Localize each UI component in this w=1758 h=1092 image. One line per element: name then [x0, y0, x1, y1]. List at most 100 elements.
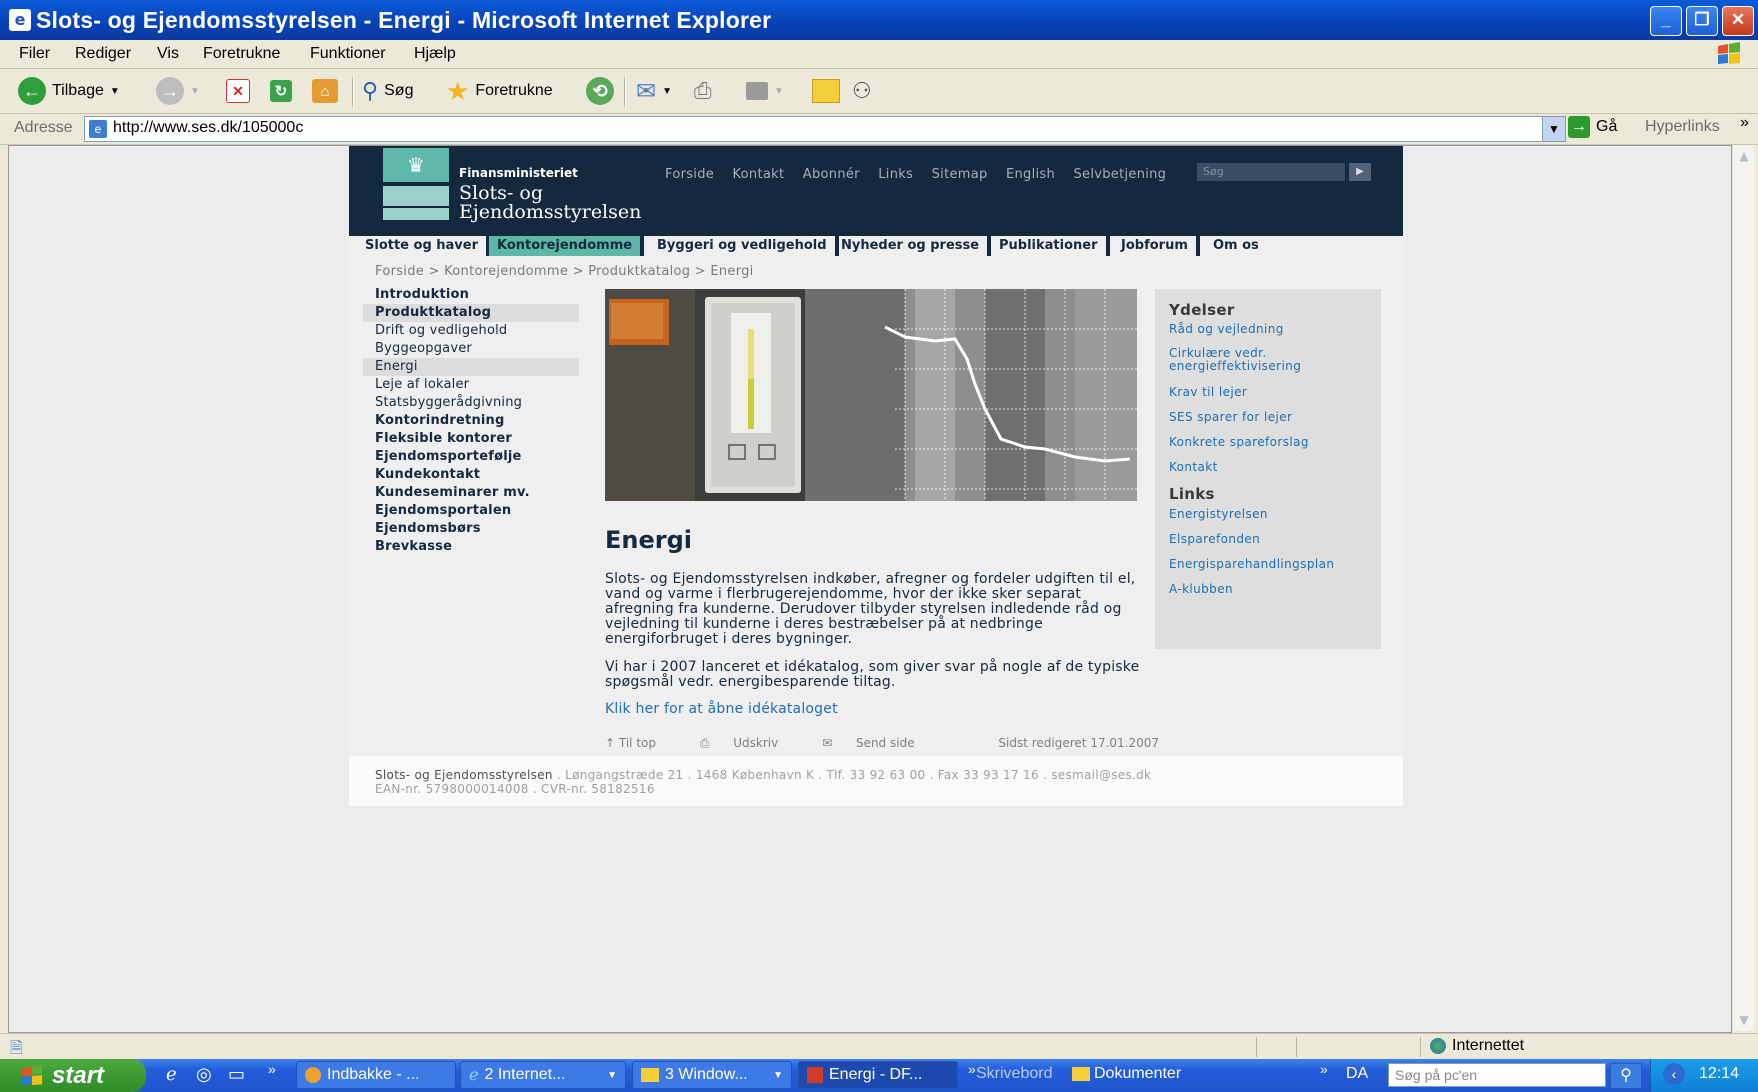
quicklaunch-desktop-icon[interactable]: ▭: [228, 1064, 245, 1085]
chevron-right-icon[interactable]: »: [1740, 114, 1749, 132]
service-link[interactable]: Konkrete spareforslag: [1169, 436, 1375, 449]
tab-publikationer[interactable]: Publikationer: [991, 236, 1110, 256]
tab-om-os[interactable]: Om os: [1205, 236, 1267, 256]
menu-favorites[interactable]: Foretrukne: [203, 45, 280, 63]
print-link[interactable]: ⎙ Udskriv: [700, 736, 798, 750]
service-link[interactable]: Cirkulære vedr. energieffektivisering: [1169, 347, 1375, 373]
desktop-toolbar[interactable]: Skrivebord: [976, 1065, 1052, 1083]
search-button[interactable]: ⚲ Søg: [362, 75, 413, 107]
to-top-link[interactable]: ↑ Til top: [605, 736, 676, 750]
scroll-down-icon[interactable]: ▼: [1735, 1011, 1753, 1029]
edit-button[interactable]: ▼: [746, 75, 784, 107]
topnav-forside[interactable]: Forside: [665, 167, 714, 182]
leftnav-item[interactable]: Kontorindretning: [363, 412, 579, 430]
leftnav-item[interactable]: Drift og vedligehold: [363, 322, 579, 340]
external-link[interactable]: Energistyrelsen: [1169, 508, 1375, 521]
task-windows[interactable]: 3 Window... ▼: [632, 1061, 792, 1089]
stop-button[interactable]: ✕: [226, 75, 250, 107]
topnav-abonner[interactable]: Abonnér: [803, 167, 860, 182]
start-button[interactable]: start: [0, 1059, 146, 1092]
print-button[interactable]: ⎙: [694, 75, 712, 107]
desktop-search-input[interactable]: Søg på pc'en: [1388, 1063, 1606, 1087]
send-page-link[interactable]: ✉ Send side: [822, 736, 935, 750]
mail-button[interactable]: ✉ ▼: [636, 75, 672, 107]
external-link[interactable]: Elsparefonden: [1169, 533, 1375, 546]
refresh-button[interactable]: ↻: [270, 75, 292, 107]
links-heading: Links: [1169, 485, 1215, 503]
leftnav-item[interactable]: Kundeseminarer mv.: [363, 484, 579, 502]
leftnav-item[interactable]: Energi: [363, 358, 579, 376]
menu-view[interactable]: Vis: [157, 45, 179, 63]
external-link[interactable]: A-klubben: [1169, 583, 1375, 596]
discuss-button[interactable]: [812, 75, 840, 107]
service-link[interactable]: Kontakt: [1169, 461, 1375, 474]
back-dropdown-icon[interactable]: ▼: [110, 86, 120, 97]
address-input[interactable]: e http://www.ses.dk/105000c ▼: [84, 116, 1566, 142]
leftnav-item[interactable]: Introduktion: [363, 286, 579, 304]
topnav-selvbetjening[interactable]: Selvbetjening: [1073, 167, 1166, 182]
task-internet[interactable]: ℯ 2 Internet... ▼: [460, 1061, 626, 1089]
leftnav-item[interactable]: Ejendomsportalen: [363, 502, 579, 520]
tab-slotte-og-haver[interactable]: Slotte og haver: [357, 236, 491, 256]
topnav-sitemap[interactable]: Sitemap: [932, 167, 988, 182]
topnav-kontakt[interactable]: Kontakt: [733, 167, 785, 182]
menu-tools[interactable]: Funktioner: [310, 45, 386, 63]
vertical-scrollbar[interactable]: ▲ ▼: [1732, 145, 1755, 1031]
leftnav-item[interactable]: Statsbyggerådgivning: [363, 394, 579, 412]
site-search-button[interactable]: ▶: [1349, 163, 1371, 181]
leftnav-item[interactable]: Ejendomsportefølje: [363, 448, 579, 466]
scroll-up-icon[interactable]: ▲: [1735, 147, 1753, 165]
quicklaunch-browser-icon[interactable]: ◎: [196, 1064, 212, 1085]
tab-jobforum[interactable]: Jobforum: [1113, 236, 1200, 256]
minimize-button[interactable]: _: [1650, 6, 1682, 36]
catalog-link[interactable]: Klik her for at åbne idékataloget: [605, 701, 838, 717]
toolbar-more-icon[interactable]: »: [1320, 1061, 1328, 1077]
leftnav-item[interactable]: Ejendomsbørs: [363, 520, 579, 538]
home-button[interactable]: ⌂: [312, 75, 338, 107]
research-button[interactable]: ⚇: [852, 75, 872, 107]
tray-expand-icon[interactable]: ‹: [1663, 1063, 1685, 1085]
service-link[interactable]: Råd og vejledning: [1169, 323, 1375, 336]
page-tools: ↑ Til top ⎙ Udskriv ✉ Send side Sidst re…: [605, 736, 1179, 751]
back-button[interactable]: ← Tilbage ▼: [18, 75, 120, 107]
leftnav-item[interactable]: Leje af lokaler: [363, 376, 579, 394]
site-name[interactable]: Slots- og Ejendomsstyrelsen: [459, 184, 641, 222]
external-link[interactable]: Energisparehandlingsplan: [1169, 558, 1375, 571]
menu-edit[interactable]: Rediger: [75, 45, 131, 63]
forward-button[interactable]: → ▼: [156, 75, 200, 107]
tab-byggeri[interactable]: Byggeri og vedligehold: [649, 236, 839, 256]
desktop-search-icon[interactable]: ⚲: [1610, 1063, 1642, 1089]
tab-kontorejendomme[interactable]: Kontorejendomme: [489, 236, 645, 256]
topnav-english[interactable]: English: [1006, 167, 1055, 182]
task-energi[interactable]: Energi - DF...: [798, 1061, 958, 1089]
restore-button[interactable]: ❐: [1686, 6, 1718, 36]
leftnav-item[interactable]: Kundekontakt: [363, 466, 579, 484]
favorites-button[interactable]: ★ Foretrukne: [446, 75, 553, 107]
go-button[interactable]: → Gå: [1568, 116, 1617, 138]
address-dropdown-icon[interactable]: ▼: [1542, 117, 1565, 141]
language-indicator[interactable]: DA: [1346, 1065, 1368, 1083]
quicklaunch-ie-icon[interactable]: ℯ: [166, 1064, 177, 1085]
task-inbox[interactable]: Indbakke - ...: [296, 1061, 456, 1089]
service-link[interactable]: Krav til lejer: [1169, 386, 1375, 399]
topnav-links[interactable]: Links: [878, 167, 913, 182]
tab-nyheder[interactable]: Nyheder og presse: [833, 236, 992, 256]
quicklaunch-more-icon[interactable]: »: [268, 1061, 276, 1077]
breadcrumb[interactable]: Forside > Kontorejendomme > Produktkatal…: [375, 264, 754, 279]
clock[interactable]: 12:14: [1699, 1065, 1739, 1083]
history-button[interactable]: ⟲: [586, 75, 614, 107]
pdf-icon: [807, 1067, 823, 1083]
site-search-input[interactable]: Søg: [1197, 163, 1345, 181]
task-more-icon[interactable]: »: [968, 1061, 976, 1077]
service-link[interactable]: SES sparer for lejer: [1169, 411, 1375, 424]
stop-icon: ✕: [226, 79, 250, 103]
leftnav-item[interactable]: Produktkatalog: [363, 304, 579, 322]
documents-toolbar[interactable]: Dokumenter: [1072, 1065, 1181, 1083]
menu-file[interactable]: Filer: [19, 45, 50, 63]
menu-help[interactable]: Hjælp: [414, 45, 456, 63]
links-toolbar[interactable]: Hyperlinks: [1645, 118, 1720, 136]
leftnav-item[interactable]: Fleksible kontorer: [363, 430, 579, 448]
leftnav-item[interactable]: Byggeopgaver: [363, 340, 579, 358]
close-button[interactable]: ✕: [1722, 6, 1754, 36]
leftnav-item[interactable]: Brevkasse: [363, 538, 579, 556]
